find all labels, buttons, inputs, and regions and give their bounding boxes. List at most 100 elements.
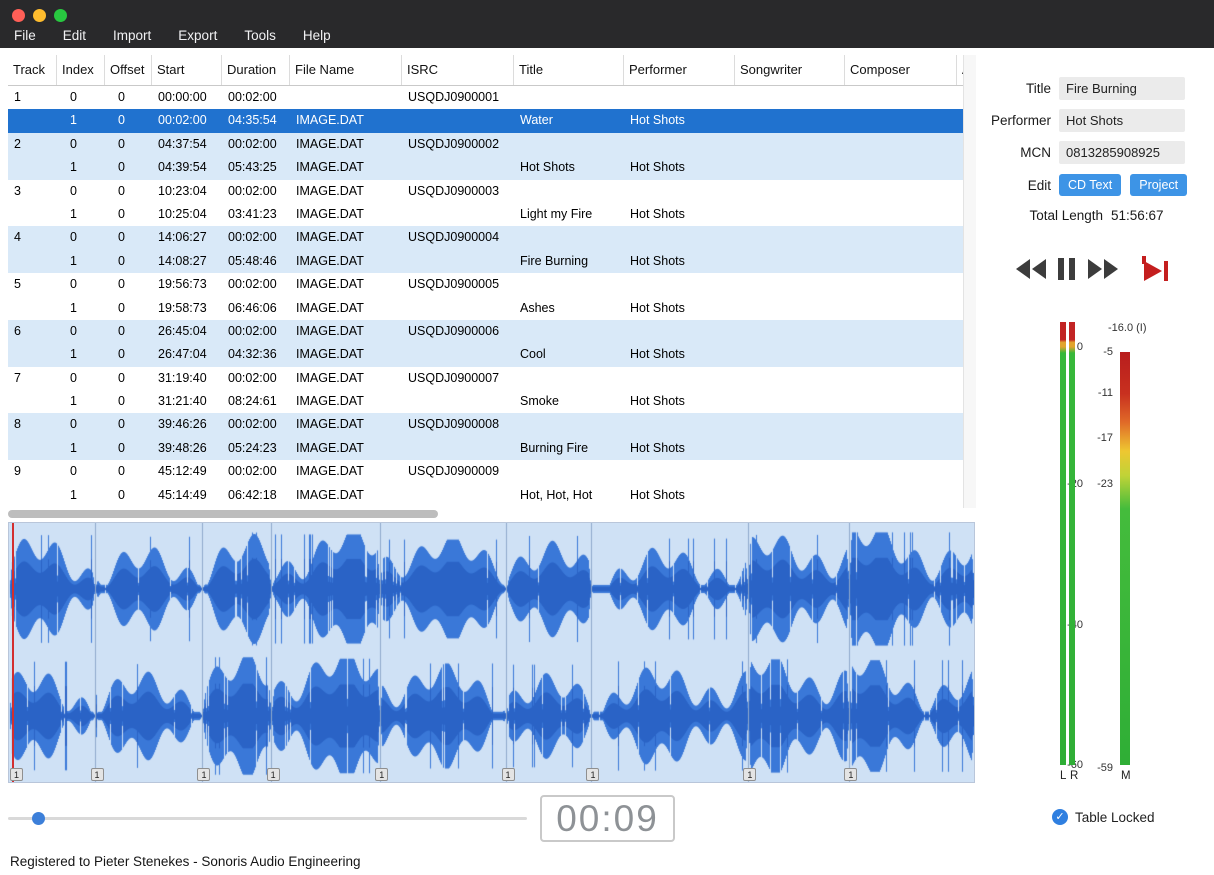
table-cell: 45:14:49 bbox=[152, 484, 222, 507]
table-cell bbox=[735, 343, 845, 366]
track-index-marker[interactable]: 1 bbox=[844, 768, 857, 781]
column-header-composer[interactable]: Composer bbox=[845, 55, 957, 85]
table-cell bbox=[845, 203, 957, 226]
table-cell bbox=[624, 133, 735, 156]
column-header-track[interactable]: Track bbox=[8, 55, 57, 85]
column-header-index[interactable]: Index bbox=[57, 55, 105, 85]
table-cell: 1 bbox=[57, 250, 105, 273]
table-cell bbox=[624, 367, 735, 390]
table-cell bbox=[402, 109, 514, 132]
column-header-duration[interactable]: Duration bbox=[222, 55, 290, 85]
table-locked-control[interactable]: ✓ Table Locked bbox=[1052, 809, 1155, 825]
table-row[interactable]: 10000:00:0000:02:00USQDJ0900001 bbox=[8, 86, 963, 109]
fast-forward-icon bbox=[1088, 259, 1118, 279]
table-vertical-scrollbar[interactable] bbox=[963, 55, 976, 508]
menu-export[interactable]: Export bbox=[178, 28, 217, 43]
zoom-window-button[interactable] bbox=[54, 9, 67, 22]
pause-button[interactable] bbox=[1058, 258, 1076, 283]
rewind-button[interactable] bbox=[1016, 259, 1046, 282]
fast-forward-button[interactable] bbox=[1088, 259, 1118, 282]
check-icon[interactable]: ✓ bbox=[1052, 809, 1068, 825]
table-cell: 06:46:06 bbox=[222, 297, 290, 320]
table-cell: 0 bbox=[105, 343, 152, 366]
table-cell bbox=[845, 86, 957, 109]
menu-import[interactable]: Import bbox=[113, 28, 151, 43]
table-row[interactable]: 1031:21:4008:24:61IMAGE.DATSmokeHot Shot… bbox=[8, 390, 963, 413]
table-row[interactable]: 80039:46:2600:02:00IMAGE.DATUSQDJ0900008 bbox=[8, 413, 963, 436]
table-row[interactable]: 1010:25:0403:41:23IMAGE.DATLight my Fire… bbox=[8, 203, 963, 226]
table-cell: 0 bbox=[57, 226, 105, 249]
track-index-marker[interactable]: 1 bbox=[10, 768, 23, 781]
table-cell bbox=[514, 226, 624, 249]
track-index-marker[interactable]: 1 bbox=[586, 768, 599, 781]
table-row[interactable]: 50019:56:7300:02:00IMAGE.DATUSQDJ0900005 bbox=[8, 273, 963, 296]
table-cell: 0 bbox=[105, 297, 152, 320]
slider-knob[interactable] bbox=[32, 812, 45, 825]
menu-edit[interactable]: Edit bbox=[63, 28, 86, 43]
titlebar: File Edit Import Export Tools Help bbox=[0, 0, 1214, 48]
table-row[interactable]: 1026:47:0404:32:36IMAGE.DATCoolHot Shots bbox=[8, 343, 963, 366]
menubar: File Edit Import Export Tools Help bbox=[14, 28, 331, 43]
table-cell: 0 bbox=[105, 273, 152, 296]
track-index-marker[interactable]: 1 bbox=[502, 768, 515, 781]
table-cell bbox=[735, 484, 845, 507]
column-header-file-name[interactable]: File Name bbox=[290, 55, 402, 85]
table-row[interactable]: 1045:14:4906:42:18IMAGE.DATHot, Hot, Hot… bbox=[8, 484, 963, 507]
transport-controls bbox=[1016, 256, 1172, 285]
table-row[interactable]: 1019:58:7306:46:06IMAGE.DATAshesHot Shot… bbox=[8, 297, 963, 320]
table-cell: USQDJ0900002 bbox=[402, 133, 514, 156]
table-row[interactable]: 1000:02:0004:35:54IMAGE.DATWaterHot Shot… bbox=[8, 109, 963, 132]
menu-file[interactable]: File bbox=[14, 28, 36, 43]
cd-text-button[interactable]: CD Text bbox=[1059, 174, 1121, 196]
track-index-marker[interactable]: 1 bbox=[267, 768, 280, 781]
track-index-marker[interactable]: 1 bbox=[91, 768, 104, 781]
table-cell: IMAGE.DAT bbox=[290, 390, 402, 413]
track-index-marker[interactable]: 1 bbox=[197, 768, 210, 781]
horizontal-scrollbar-thumb[interactable] bbox=[8, 510, 438, 518]
performer-input[interactable] bbox=[1059, 109, 1185, 132]
waveform-canvas[interactable] bbox=[9, 523, 974, 782]
table-row[interactable]: 20004:37:5400:02:00IMAGE.DATUSQDJ0900002 bbox=[8, 133, 963, 156]
table-horizontal-scrollbar[interactable] bbox=[8, 509, 963, 519]
position-slider[interactable] bbox=[8, 810, 527, 826]
table-cell bbox=[735, 367, 845, 390]
table-cell: 0 bbox=[105, 180, 152, 203]
table-row[interactable]: 90045:12:4900:02:00IMAGE.DATUSQDJ0900009 bbox=[8, 460, 963, 483]
table-row[interactable]: 1039:48:2605:24:23IMAGE.DATBurning FireH… bbox=[8, 437, 963, 460]
table-cell bbox=[514, 320, 624, 343]
table-cell bbox=[402, 203, 514, 226]
column-header-songwriter[interactable]: Songwriter bbox=[735, 55, 845, 85]
play-to-end-icon bbox=[1142, 256, 1172, 282]
playhead[interactable] bbox=[12, 523, 14, 782]
title-input[interactable] bbox=[1059, 77, 1185, 100]
column-header-start[interactable]: Start bbox=[152, 55, 222, 85]
table-cell bbox=[624, 180, 735, 203]
table-cell bbox=[8, 484, 57, 507]
menu-help[interactable]: Help bbox=[303, 28, 331, 43]
close-window-button[interactable] bbox=[12, 9, 25, 22]
table-cell: Hot Shots bbox=[624, 156, 735, 179]
track-index-marker[interactable]: 1 bbox=[375, 768, 388, 781]
total-length-value: 51:56:67 bbox=[1111, 208, 1164, 223]
table-cell bbox=[735, 86, 845, 109]
table-cell bbox=[735, 273, 845, 296]
slider-track[interactable] bbox=[8, 817, 527, 820]
project-button[interactable]: Project bbox=[1130, 174, 1187, 196]
table-row[interactable]: 1004:39:5405:43:25IMAGE.DATHot ShotsHot … bbox=[8, 156, 963, 179]
track-index-marker[interactable]: 1 bbox=[743, 768, 756, 781]
table-row[interactable]: 1014:08:2705:48:46IMAGE.DATFire BurningH… bbox=[8, 250, 963, 273]
menu-tools[interactable]: Tools bbox=[244, 28, 276, 43]
minimize-window-button[interactable] bbox=[33, 9, 46, 22]
table-row[interactable]: 70031:19:4000:02:00IMAGE.DATUSQDJ0900007 bbox=[8, 367, 963, 390]
mcn-input[interactable] bbox=[1059, 141, 1185, 164]
table-row[interactable]: 40014:06:2700:02:00IMAGE.DATUSQDJ0900004 bbox=[8, 226, 963, 249]
table-row[interactable]: 60026:45:0400:02:00IMAGE.DATUSQDJ0900006 bbox=[8, 320, 963, 343]
table-row[interactable]: 30010:23:0400:02:00IMAGE.DATUSQDJ0900003 bbox=[8, 180, 963, 203]
column-header-performer[interactable]: Performer bbox=[624, 55, 735, 85]
column-header-isrc[interactable]: ISRC bbox=[402, 55, 514, 85]
table-body: 10000:00:0000:02:00USQDJ09000011000:02:0… bbox=[8, 86, 963, 507]
column-header-offset[interactable]: Offset bbox=[105, 55, 152, 85]
column-header-title[interactable]: Title bbox=[514, 55, 624, 85]
play-to-end-button[interactable] bbox=[1142, 256, 1172, 285]
track-table: TrackIndexOffsetStartDurationFile NameIS… bbox=[8, 55, 963, 508]
